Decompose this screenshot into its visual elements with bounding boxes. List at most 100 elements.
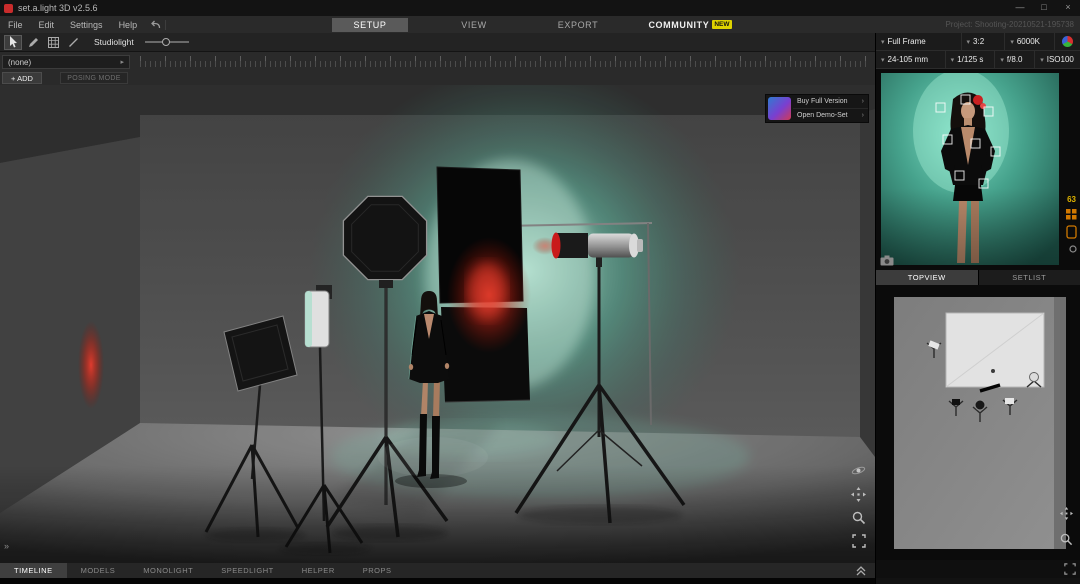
- lens-dropdown[interactable]: ▾ 24-105 mm: [876, 51, 946, 68]
- tab-timeline[interactable]: TIMELINE: [0, 563, 67, 578]
- aperture-value: f/8.0: [1006, 55, 1023, 64]
- tab-topview[interactable]: TOPVIEW: [876, 270, 979, 285]
- preset-dropdown[interactable]: (none) ▸: [2, 55, 130, 69]
- undo-icon[interactable]: [149, 20, 161, 30]
- white-balance-dropdown[interactable]: ▾ 6000K: [1005, 33, 1056, 50]
- menubar: File Edit Settings Help SETUP VIEW EXPOR…: [0, 16, 1080, 33]
- menu-file[interactable]: File: [0, 20, 31, 30]
- preset-value: (none): [8, 57, 32, 67]
- color-profile-button[interactable]: [1055, 33, 1080, 50]
- window-controls: — □ ×: [1008, 0, 1080, 16]
- app-window: set.a.light 3D v2.5.6 — □ × File Edit Se…: [0, 0, 1080, 584]
- buy-label: Buy Full Version: [797, 98, 848, 105]
- measure-tool[interactable]: [64, 35, 82, 50]
- tab-view[interactable]: VIEW: [436, 18, 512, 32]
- open-demo-set-button[interactable]: Open Demo-Set ›: [793, 109, 868, 122]
- pan-button[interactable]: [851, 487, 866, 502]
- posing-mode-button[interactable]: POSING MODE: [60, 72, 128, 84]
- menubar-divider: [165, 19, 167, 30]
- lens-value: 24-105 mm: [887, 55, 928, 64]
- chevron-up-icon[interactable]: [855, 565, 867, 578]
- studio-scene: [0, 85, 875, 563]
- topview-pan-button[interactable]: [1060, 507, 1073, 520]
- tab-helper[interactable]: HELPER: [288, 563, 349, 578]
- camera-settings-row-2: ▾ 24-105 mm ▾ 1/125 s ▾ f/8.0 ▾ ISO100: [876, 51, 1080, 69]
- add-button[interactable]: + ADD: [2, 72, 42, 84]
- dot-indicator-icon[interactable]: [1069, 245, 1077, 253]
- aperture-dropdown[interactable]: ▾ f/8.0: [995, 51, 1036, 68]
- viewport-nav: [851, 463, 866, 548]
- chevron-down-icon: ▾: [1010, 38, 1014, 46]
- tab-models[interactable]: MODELS: [67, 563, 130, 578]
- maximize-button[interactable]: □: [1032, 0, 1056, 16]
- demo-label: Open Demo-Set: [797, 112, 848, 119]
- iso-value: ISO100: [1046, 55, 1074, 64]
- camera-preview[interactable]: 63: [876, 69, 1080, 270]
- expand-icon[interactable]: [1064, 563, 1076, 575]
- chevron-right-icon: ▸: [120, 59, 124, 66]
- window-title: set.a.light 3D v2.5.6: [18, 3, 98, 13]
- ruler-minor-ticks: [140, 61, 866, 67]
- titlebar: set.a.light 3D v2.5.6 — □ ×: [0, 0, 1080, 16]
- chevron-down-icon: ▾: [966, 38, 971, 46]
- fullversion-logo-icon: [768, 97, 791, 120]
- timeline-ruler[interactable]: [140, 55, 866, 67]
- toolbar: Studiolight: [0, 33, 875, 52]
- tab-community-label: COMMUNITY: [648, 19, 710, 30]
- 3d-viewport[interactable]: Buy Full Version › Open Demo-Set › »: [0, 85, 875, 563]
- mode-label: Studiolight: [94, 37, 134, 47]
- close-button[interactable]: ×: [1056, 0, 1080, 16]
- grid-overlay-icon[interactable]: [1066, 209, 1077, 220]
- tab-props[interactable]: PROPS: [349, 563, 406, 578]
- iso-dropdown[interactable]: ▾ ISO100: [1035, 51, 1080, 68]
- sensor-format-dropdown[interactable]: ▾ Full Frame: [876, 33, 962, 50]
- right-panel: ▾ Full Frame ▾ 3:2 ▾ 6000K ▾ 24-105 mm ▾: [875, 33, 1080, 584]
- orbit-button[interactable]: [851, 463, 866, 478]
- camera-preview-image: [881, 73, 1059, 265]
- chevron-down-icon: ▾: [881, 38, 885, 46]
- panel-collapse-button[interactable]: »: [4, 541, 9, 551]
- white-balance-value: 6000K: [1016, 37, 1040, 46]
- tab-export[interactable]: EXPORT: [540, 18, 616, 32]
- topview-zoom-button[interactable]: [1060, 533, 1073, 546]
- select-tool[interactable]: [4, 34, 22, 50]
- topview-canvas[interactable]: [876, 285, 1080, 560]
- slider-knob[interactable]: [161, 38, 170, 46]
- minimize-button[interactable]: —: [1008, 0, 1032, 16]
- tab-setlist[interactable]: SETLIST: [978, 270, 1080, 285]
- frame-button[interactable]: [851, 534, 866, 548]
- camera-settings-row-1: ▾ Full Frame ▾ 3:2 ▾ 6000K: [876, 33, 1080, 51]
- right-bottom-bar: [876, 560, 1080, 578]
- menu-help[interactable]: Help: [111, 20, 146, 30]
- aspect-ratio-dropdown[interactable]: ▾ 3:2: [962, 33, 1006, 50]
- chevron-down-icon: ▾: [950, 56, 955, 64]
- topview-map: [876, 285, 1080, 560]
- menu-settings[interactable]: Settings: [62, 20, 111, 30]
- app-logo-icon: [4, 3, 13, 13]
- zoom-button[interactable]: [852, 511, 866, 525]
- aspect-ratio-value: 3:2: [973, 37, 985, 46]
- arrow-right-icon: ›: [861, 112, 864, 119]
- upgrade-panel: Buy Full Version › Open Demo-Set ›: [765, 94, 869, 123]
- frame-overlay-icon[interactable]: [1066, 225, 1077, 239]
- project-label: Project: Shooting-20210521-195738: [945, 20, 1074, 29]
- menu-edit[interactable]: Edit: [31, 20, 63, 30]
- shutter-dropdown[interactable]: ▾ 1/125 s: [946, 51, 996, 68]
- exposure-meter-value: 63: [1067, 195, 1076, 204]
- pencil-tool[interactable]: [24, 35, 42, 50]
- chevron-down-icon: ▾: [1000, 56, 1004, 64]
- preset-strip: (none) ▸ + ADD POSING MODE: [0, 52, 875, 85]
- tab-community[interactable]: COMMUNITY NEW: [644, 18, 736, 32]
- buy-full-version-button[interactable]: Buy Full Version ›: [793, 95, 868, 109]
- arrow-right-icon: ›: [861, 98, 864, 105]
- tab-speedlight[interactable]: SPEEDLIGHT: [207, 563, 288, 578]
- grid-tool[interactable]: [44, 35, 62, 50]
- rgb-color-icon: [1062, 36, 1074, 47]
- shutter-value: 1/125 s: [957, 55, 984, 64]
- camera-icon[interactable]: [880, 255, 894, 266]
- chevron-down-icon: ▾: [881, 56, 885, 64]
- bottom-tab-bar: TIMELINE MODELS MONOLIGHT SPEEDLIGHT HEL…: [0, 563, 875, 578]
- tab-setup[interactable]: SETUP: [332, 17, 408, 32]
- tab-monolight[interactable]: MONOLIGHT: [129, 563, 207, 578]
- studiolight-slider[interactable]: [144, 38, 189, 46]
